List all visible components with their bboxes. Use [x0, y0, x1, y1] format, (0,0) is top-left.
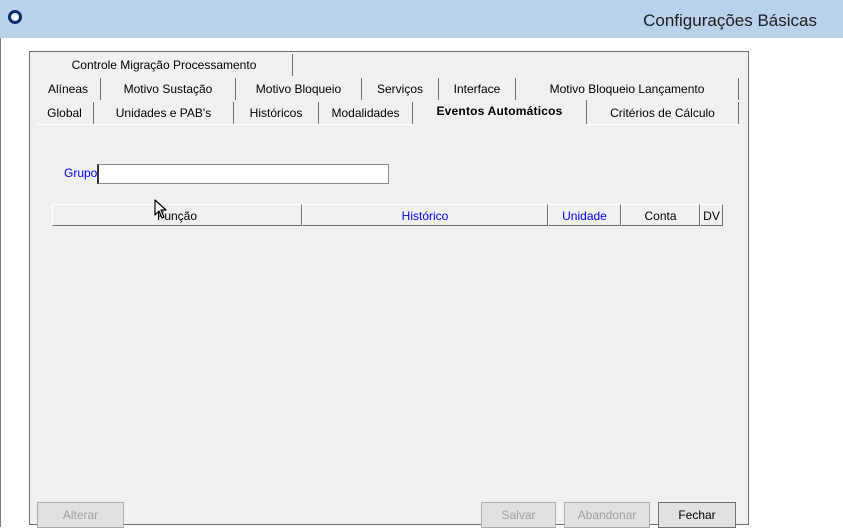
tab-interface[interactable]: Interface — [439, 78, 516, 100]
tab-page-top-edge-right — [587, 124, 739, 125]
tab-criterios-calculo[interactable]: Critérios de Cálculo — [587, 102, 739, 124]
window-title: Configurações Básicas — [643, 11, 817, 30]
tab-alineas[interactable]: Alíneas — [36, 78, 101, 100]
column-unidade[interactable]: Unidade — [548, 204, 621, 226]
grupo-input[interactable] — [97, 164, 389, 184]
tab-page-top-edge — [36, 124, 413, 125]
column-funcao[interactable]: Função — [52, 204, 302, 226]
tab-motivo-bloqueio[interactable]: Motivo Bloqueio — [236, 78, 362, 100]
salvar-button[interactable]: Salvar — [481, 502, 556, 528]
tab-historicos[interactable]: Históricos — [234, 102, 319, 124]
tab-motivo-bloqueio-lancamento[interactable]: Motivo Bloqueio Lançamento — [516, 78, 739, 100]
grupo-label: Grupo — [64, 166, 98, 180]
events-grid-header: Função Histórico Unidade Conta DV — [52, 204, 723, 226]
fechar-button[interactable]: Fechar — [658, 502, 736, 528]
column-dv[interactable]: DV — [700, 204, 723, 226]
tab-global[interactable]: Global — [36, 102, 94, 124]
tab-motivo-sustacao[interactable]: Motivo Sustação — [101, 78, 236, 100]
tab-unidades-pabs[interactable]: Unidades e PAB's — [94, 102, 234, 124]
tab-modalidades[interactable]: Modalidades — [319, 102, 413, 124]
alterar-button[interactable]: Alterar — [37, 502, 124, 528]
title-bar[interactable]: Configurações Básicas — [0, 0, 843, 38]
mouse-pointer-icon — [154, 199, 167, 219]
column-conta[interactable]: Conta — [621, 204, 700, 226]
window-client-area: Controle Migração Processamento Alíneas … — [0, 38, 843, 528]
tab-servicos[interactable]: Serviços — [362, 78, 439, 100]
tab-eventos-automaticos[interactable]: Eventos Automáticos — [413, 100, 587, 124]
tab-controle-migracao[interactable]: Controle Migração Processamento — [36, 54, 293, 76]
abandonar-button[interactable]: Abandonar — [564, 502, 650, 528]
app-ring-icon[interactable] — [8, 10, 22, 24]
tab-control: Controle Migração Processamento Alíneas … — [29, 51, 749, 528]
events-grid-body[interactable] — [52, 226, 723, 490]
column-historico[interactable]: Histórico — [302, 204, 548, 226]
